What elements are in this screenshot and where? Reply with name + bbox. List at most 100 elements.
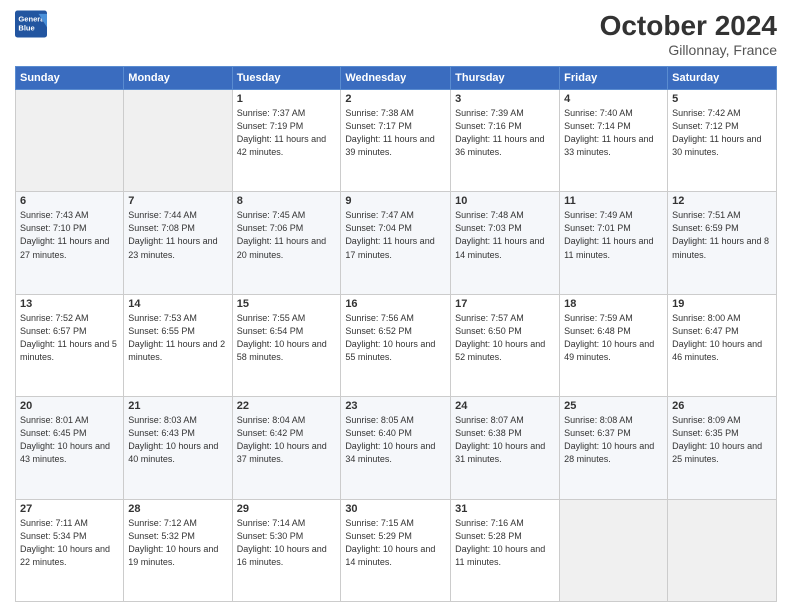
calendar-cell: 16 Sunrise: 7:56 AM Sunset: 6:52 PM Dayli…	[341, 294, 451, 396]
calendar-cell: 26Sunrise: 8:09 AM Sunset: 6:35 PM Dayli…	[668, 397, 777, 499]
calendar-cell: 3 Sunrise: 7:39 AM Sunset: 7:16 PM Daylig…	[451, 90, 560, 192]
day-number: 13	[20, 298, 119, 310]
calendar-cell: 27 Sunrise: 7:11 AM Sunset: 5:34 PM Dayli…	[16, 499, 124, 601]
weekday-header: Sunday	[16, 67, 124, 90]
calendar-cell: 9 Sunrise: 7:47 AM Sunset: 7:04 PM Daylig…	[341, 192, 451, 294]
day-number: 21	[128, 400, 227, 412]
calendar-cell: 17Sunrise: 7:57 AM Sunset: 6:50 PM Dayli…	[451, 294, 560, 396]
day-number: 30	[345, 503, 446, 515]
day-info: Sunrise: 7:42 AM Sunset: 7:12 PM Dayligh…	[672, 107, 772, 159]
calendar-cell: 24 Sunrise: 8:07 AM Sunset: 6:38 PM Dayli…	[451, 397, 560, 499]
calendar-cell: 18Sunrise: 7:59 AM Sunset: 6:48 PM Dayli…	[560, 294, 668, 396]
day-info: Sunrise: 7:11 AM Sunset: 5:34 PM Dayligh…	[20, 517, 119, 569]
weekday-header: Saturday	[668, 67, 777, 90]
day-number: 12	[672, 195, 772, 207]
calendar-cell: 23 Sunrise: 8:05 AM Sunset: 6:40 PM Dayli…	[341, 397, 451, 499]
day-number: 2	[345, 93, 446, 105]
calendar-cell: 12 Sunrise: 7:51 AM Sunset: 6:59 PM Dayli…	[668, 192, 777, 294]
day-info: Sunrise: 7:39 AM Sunset: 7:16 PM Dayligh…	[455, 107, 555, 159]
calendar-week-row: 27 Sunrise: 7:11 AM Sunset: 5:34 PM Dayli…	[16, 499, 777, 601]
month-title: October 2024	[600, 10, 777, 42]
calendar-cell	[560, 499, 668, 601]
day-info: Sunrise: 8:05 AM Sunset: 6:40 PM Dayligh…	[345, 414, 446, 466]
weekday-header: Friday	[560, 67, 668, 90]
day-number: 14	[128, 298, 227, 310]
day-number: 16	[345, 298, 446, 310]
day-number: 8	[237, 195, 337, 207]
calendar-cell: 13 Sunrise: 7:52 AM Sunset: 6:57 PM Dayli…	[16, 294, 124, 396]
day-info: Sunrise: 7:52 AM Sunset: 6:57 PM Dayligh…	[20, 312, 119, 364]
day-number: 6	[20, 195, 119, 207]
day-number: 27	[20, 503, 119, 515]
day-info: Sunrise: 8:03 AM Sunset: 6:43 PM Dayligh…	[128, 414, 227, 466]
day-number: 11	[564, 195, 663, 207]
day-number: 25	[564, 400, 663, 412]
calendar-cell: 8 Sunrise: 7:45 AM Sunset: 7:06 PM Daylig…	[232, 192, 341, 294]
calendar-cell: 10Sunrise: 7:48 AM Sunset: 7:03 PM Dayli…	[451, 192, 560, 294]
calendar-cell	[668, 499, 777, 601]
calendar-week-row: 6 Sunrise: 7:43 AM Sunset: 7:10 PM Daylig…	[16, 192, 777, 294]
day-info: Sunrise: 7:51 AM Sunset: 6:59 PM Dayligh…	[672, 209, 772, 261]
day-info: Sunrise: 7:45 AM Sunset: 7:06 PM Dayligh…	[237, 209, 337, 261]
day-info: Sunrise: 7:59 AM Sunset: 6:48 PM Dayligh…	[564, 312, 663, 364]
calendar-cell: 4 Sunrise: 7:40 AM Sunset: 7:14 PM Daylig…	[560, 90, 668, 192]
day-info: Sunrise: 7:55 AM Sunset: 6:54 PM Dayligh…	[237, 312, 337, 364]
day-number: 24	[455, 400, 555, 412]
day-info: Sunrise: 7:40 AM Sunset: 7:14 PM Dayligh…	[564, 107, 663, 159]
day-info: Sunrise: 7:57 AM Sunset: 6:50 PM Dayligh…	[455, 312, 555, 364]
calendar-cell: 14 Sunrise: 7:53 AM Sunset: 6:55 PM Dayli…	[124, 294, 232, 396]
day-number: 31	[455, 503, 555, 515]
day-info: Sunrise: 7:49 AM Sunset: 7:01 PM Dayligh…	[564, 209, 663, 261]
day-number: 29	[237, 503, 337, 515]
weekday-header: Wednesday	[341, 67, 451, 90]
calendar-cell: 21 Sunrise: 8:03 AM Sunset: 6:43 PM Dayli…	[124, 397, 232, 499]
calendar-cell: 6 Sunrise: 7:43 AM Sunset: 7:10 PM Daylig…	[16, 192, 124, 294]
day-info: Sunrise: 7:15 AM Sunset: 5:29 PM Dayligh…	[345, 517, 446, 569]
day-info: Sunrise: 7:12 AM Sunset: 5:32 PM Dayligh…	[128, 517, 227, 569]
calendar-cell: 20 Sunrise: 8:01 AM Sunset: 6:45 PM Dayli…	[16, 397, 124, 499]
day-info: Sunrise: 8:08 AM Sunset: 6:37 PM Dayligh…	[564, 414, 663, 466]
day-number: 9	[345, 195, 446, 207]
general-blue-logo-icon: General Blue	[15, 10, 47, 38]
day-number: 28	[128, 503, 227, 515]
day-number: 7	[128, 195, 227, 207]
day-number: 22	[237, 400, 337, 412]
calendar-cell: 31 Sunrise: 7:16 AM Sunset: 5:28 PM Dayli…	[451, 499, 560, 601]
calendar-cell	[16, 90, 124, 192]
calendar-week-row: 1 Sunrise: 7:37 AM Sunset: 7:19 PM Daylig…	[16, 90, 777, 192]
calendar-week-row: 13 Sunrise: 7:52 AM Sunset: 6:57 PM Dayli…	[16, 294, 777, 396]
calendar-cell: 29 Sunrise: 7:14 AM Sunset: 5:30 PM Dayli…	[232, 499, 341, 601]
calendar-cell: 11 Sunrise: 7:49 AM Sunset: 7:01 PM Dayli…	[560, 192, 668, 294]
calendar-cell: 2Sunrise: 7:38 AM Sunset: 7:17 PM Daylig…	[341, 90, 451, 192]
day-info: Sunrise: 8:00 AM Sunset: 6:47 PM Dayligh…	[672, 312, 772, 364]
day-number: 3	[455, 93, 555, 105]
calendar-week-row: 20 Sunrise: 8:01 AM Sunset: 6:45 PM Dayli…	[16, 397, 777, 499]
day-info: Sunrise: 7:47 AM Sunset: 7:04 PM Dayligh…	[345, 209, 446, 261]
day-number: 20	[20, 400, 119, 412]
day-info: Sunrise: 8:04 AM Sunset: 6:42 PM Dayligh…	[237, 414, 337, 466]
day-number: 19	[672, 298, 772, 310]
weekday-header: Monday	[124, 67, 232, 90]
day-info: Sunrise: 8:01 AM Sunset: 6:45 PM Dayligh…	[20, 414, 119, 466]
day-info: Sunrise: 8:07 AM Sunset: 6:38 PM Dayligh…	[455, 414, 555, 466]
day-number: 23	[345, 400, 446, 412]
day-info: Sunrise: 7:43 AM Sunset: 7:10 PM Dayligh…	[20, 209, 119, 261]
calendar-cell: 1 Sunrise: 7:37 AM Sunset: 7:19 PM Daylig…	[232, 90, 341, 192]
day-info: Sunrise: 7:14 AM Sunset: 5:30 PM Dayligh…	[237, 517, 337, 569]
day-info: Sunrise: 7:53 AM Sunset: 6:55 PM Dayligh…	[128, 312, 227, 364]
calendar-cell: 28 Sunrise: 7:12 AM Sunset: 5:32 PM Dayli…	[124, 499, 232, 601]
day-number: 10	[455, 195, 555, 207]
day-number: 15	[237, 298, 337, 310]
day-info: Sunrise: 7:37 AM Sunset: 7:19 PM Dayligh…	[237, 107, 337, 159]
location: Gillonnay, France	[600, 42, 777, 58]
calendar-cell	[124, 90, 232, 192]
weekday-header: Thursday	[451, 67, 560, 90]
day-number: 4	[564, 93, 663, 105]
title-block: October 2024 Gillonnay, France	[600, 10, 777, 58]
day-number: 1	[237, 93, 337, 105]
header: General Blue October 2024 Gillonnay, Fra…	[15, 10, 777, 58]
day-info: Sunrise: 7:56 AM Sunset: 6:52 PM Dayligh…	[345, 312, 446, 364]
logo: General Blue	[15, 10, 47, 38]
calendar-cell: 7Sunrise: 7:44 AM Sunset: 7:08 PM Daylig…	[124, 192, 232, 294]
day-info: Sunrise: 7:16 AM Sunset: 5:28 PM Dayligh…	[455, 517, 555, 569]
